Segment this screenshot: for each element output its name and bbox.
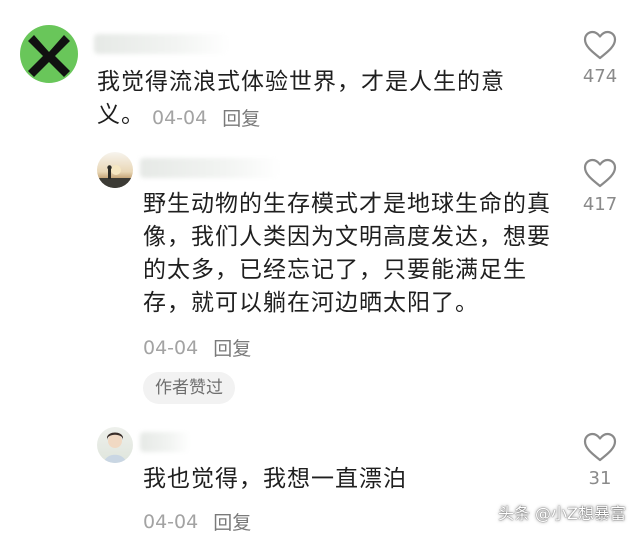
comment-text: 我也觉得，我想一直漂泊 [143, 466, 407, 492]
like-count: 474 [582, 66, 618, 87]
like-count: 417 [582, 194, 618, 215]
avatar[interactable] [97, 427, 133, 463]
girl-avatar-icon [104, 432, 126, 463]
username-blurred[interactable] [94, 34, 229, 54]
heart-icon [583, 158, 617, 188]
heart-icon [583, 30, 617, 60]
like-button[interactable]: 31 [573, 432, 627, 489]
sunset-avatar-icon [97, 165, 133, 188]
comment-meta: 04-04 回复 [143, 334, 251, 361]
comment-date: 04-04 [152, 106, 208, 129]
comment-date: 04-04 [143, 336, 199, 359]
like-button[interactable]: 474 [573, 30, 627, 87]
heart-icon [583, 432, 617, 462]
reply-button[interactable]: 回复 [213, 334, 251, 361]
like-count: 31 [588, 468, 612, 489]
x-logo-icon [28, 35, 70, 77]
reply-button[interactable]: 回复 [222, 104, 260, 131]
comment-date: 04-04 [143, 510, 199, 533]
username-blurred[interactable] [140, 432, 190, 452]
like-button[interactable]: 417 [573, 158, 627, 215]
avatar[interactable] [20, 25, 78, 83]
comment-meta: 04-04 回复 [143, 508, 251, 535]
comment-text: 野生动物的生存模式才是地球生命的真像，我们人类因为文明高度发达，想要的太多，已经… [143, 191, 551, 316]
reply-button[interactable]: 回复 [213, 508, 251, 535]
author-liked-badge: 作者赞过 [143, 372, 235, 404]
avatar[interactable] [97, 152, 133, 188]
comment-meta: 04-04 回复 [152, 104, 260, 131]
watermark: 头条 @小Z想暴富 [497, 504, 626, 523]
username-blurred[interactable] [140, 158, 280, 178]
